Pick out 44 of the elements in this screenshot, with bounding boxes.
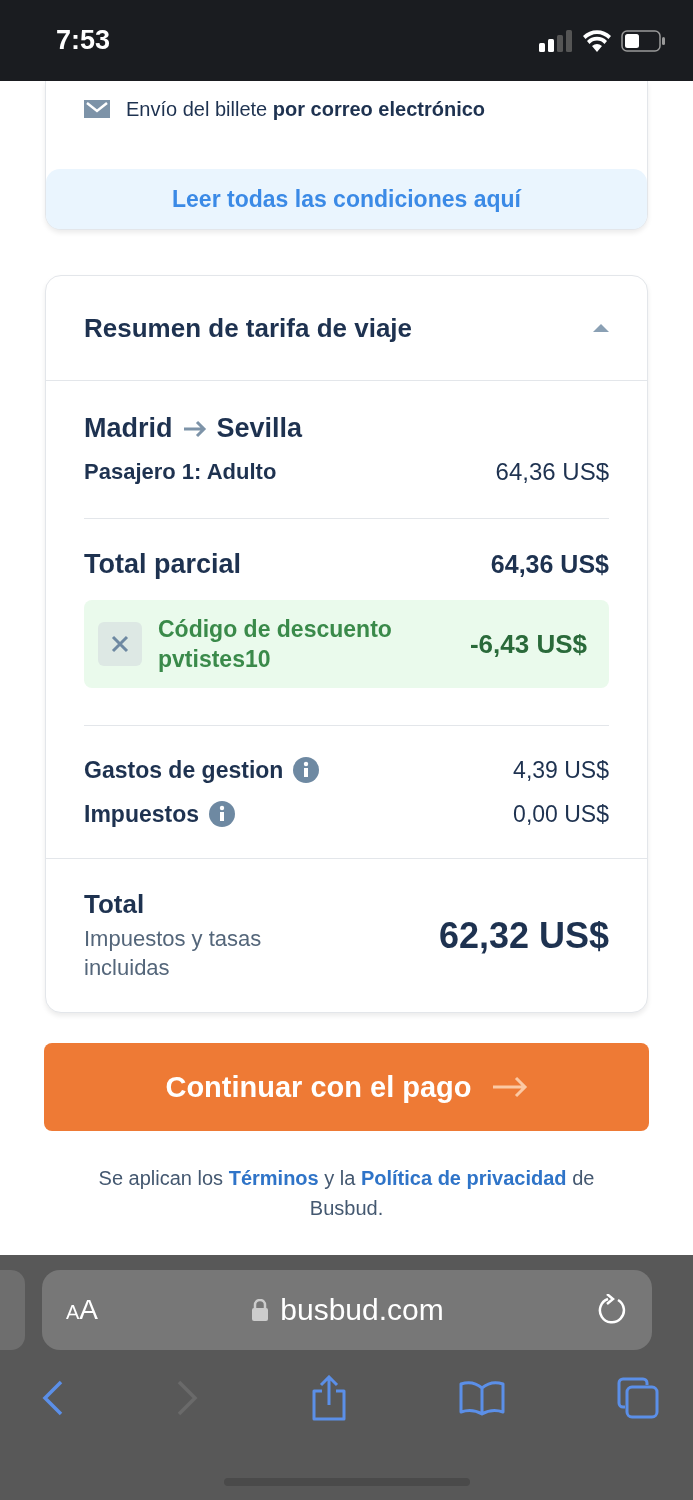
- continue-button[interactable]: Continuar con el pago: [44, 1043, 649, 1131]
- wifi-icon: [583, 29, 611, 52]
- caret-icon[interactable]: [593, 324, 609, 332]
- tabs-icon[interactable]: [617, 1377, 659, 1419]
- passenger-price: 64,36 US$: [495, 458, 609, 486]
- battery-icon: [621, 29, 665, 52]
- close-icon: [111, 635, 129, 653]
- fee-amount: 4,39 US$: [513, 756, 609, 784]
- passenger-label: Pasajero 1: Adulto: [84, 459, 277, 485]
- discount-amount: -6,43 US$: [469, 628, 587, 660]
- back-icon[interactable]: [42, 1380, 64, 1416]
- arrow-icon: [491, 1076, 528, 1098]
- legal-text: Se aplican los Términos y la Política de privacidad de Busbud.: [97, 1166, 596, 1221]
- subtotal-label: Total parcial: [84, 549, 242, 580]
- discount-label: Código de descuento: [158, 615, 393, 644]
- arrow-icon: [182, 419, 207, 438]
- url-text: busbud.com: [280, 1293, 444, 1327]
- destination-city: Sevilla: [216, 413, 303, 444]
- fee-label: Impuestos: [84, 800, 200, 828]
- reload-icon[interactable]: [598, 1294, 628, 1326]
- origin-city: Madrid: [84, 413, 173, 444]
- total-note: Impuestos y tasas incluidas: [84, 925, 263, 982]
- info-icon[interactable]: [293, 757, 320, 783]
- discount-code: pvtistes10: [158, 645, 272, 674]
- legal-link[interactable]: Política de privacidad: [360, 1167, 567, 1189]
- envelope-icon: [84, 100, 110, 118]
- share-icon[interactable]: [310, 1375, 347, 1421]
- delivery-text: Envío del billete por correo electrónico: [126, 97, 486, 121]
- clock-time: 7:53: [56, 25, 112, 56]
- fee-label: Gastos de gestion: [84, 756, 284, 784]
- lock-icon: [252, 1299, 269, 1321]
- book-icon[interactable]: [458, 1380, 505, 1416]
- conditions-link[interactable]: Leer todas las condiciones aquí: [46, 169, 647, 229]
- fee-amount: 0,00 US$: [513, 800, 609, 828]
- subtotal-amount: 64,36 US$: [490, 550, 609, 579]
- text-size-button[interactable]: AA: [66, 1294, 99, 1326]
- address-bar[interactable]: AA busbud.com: [42, 1270, 652, 1350]
- signal-icon: [539, 29, 573, 52]
- legal-link[interactable]: Términos: [228, 1167, 319, 1189]
- info-icon[interactable]: [209, 801, 236, 827]
- total-label: Total: [84, 889, 146, 920]
- total-amount: 62,32 US$: [438, 914, 609, 957]
- remove-discount-button[interactable]: [98, 622, 142, 666]
- summary-title: Resumen de tarifa de viaje: [84, 312, 414, 344]
